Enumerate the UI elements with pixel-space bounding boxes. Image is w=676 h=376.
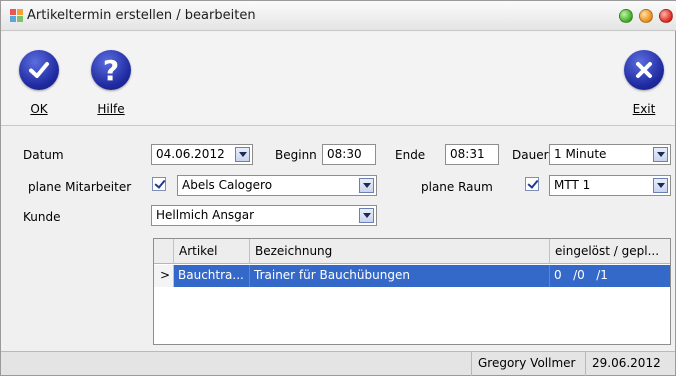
minimize-button[interactable]	[639, 9, 653, 23]
maximize-button[interactable]	[619, 9, 633, 23]
column-header-artikel[interactable]: Artikel	[174, 239, 250, 264]
article-grid[interactable]: Artikel Bezeichnung eingelöst / gepl... …	[153, 238, 671, 345]
dauer-value: 1 Minute	[554, 147, 607, 161]
table-row[interactable]: > Bauchtra... Trainer für Bauchübungen 0…	[154, 265, 670, 287]
help-button[interactable]: ? Hilfe	[86, 50, 136, 122]
datum-label: Datum	[23, 148, 64, 162]
grid-header: Artikel Bezeichnung eingelöst / gepl...	[154, 239, 670, 264]
dropdown-arrow-icon[interactable]	[653, 178, 668, 193]
mitarbeiter-label: plane Mitarbeiter	[28, 180, 132, 194]
column-header-eingeloest[interactable]: eingelöst / gepl...	[550, 239, 670, 264]
grid-corner	[154, 239, 174, 264]
kunde-label: Kunde	[23, 210, 61, 224]
status-user: Gregory Vollmer	[471, 352, 583, 376]
dauer-select[interactable]: 1 Minute	[549, 144, 671, 165]
kunde-value: Hellmich Ansgar	[156, 208, 255, 222]
datum-field[interactable]: 04.06.2012	[151, 144, 253, 165]
dialog-window: Artikeltermin erstellen / bearbeiten OK …	[0, 0, 676, 376]
app-icon	[10, 9, 23, 22]
cell-eingeloest[interactable]: 0 /0 /1	[550, 265, 670, 287]
mitarbeiter-checkbox[interactable]	[152, 177, 166, 191]
dropdown-arrow-icon[interactable]	[235, 147, 250, 162]
raum-label: plane Raum	[421, 180, 493, 194]
close-icon	[624, 50, 664, 90]
ok-button[interactable]: OK	[14, 50, 64, 122]
cell-artikel[interactable]: Bauchtra...	[174, 265, 250, 287]
datum-value: 04.06.2012	[156, 147, 225, 161]
dropdown-arrow-icon[interactable]	[653, 147, 668, 162]
question-icon: ?	[91, 50, 131, 90]
ende-label: Ende	[395, 148, 426, 162]
mitarbeiter-value: Abels Calogero	[182, 178, 273, 192]
cell-bezeichnung[interactable]: Trainer für Bauchübungen	[250, 265, 550, 287]
column-header-bezeichnung[interactable]: Bezeichnung	[250, 239, 550, 264]
close-window-button[interactable]	[659, 9, 673, 23]
exit-label: Exit	[632, 102, 656, 116]
raum-select[interactable]: MTT 1	[549, 175, 671, 196]
help-label: Hilfe	[97, 102, 125, 116]
exit-button[interactable]: Exit	[619, 50, 669, 122]
checkmark-icon	[19, 50, 59, 90]
beginn-value: 08:30	[327, 147, 362, 161]
raum-checkbox[interactable]	[525, 177, 539, 191]
window-title: Artikeltermin erstellen / bearbeiten	[27, 8, 256, 23]
row-indicator: >	[154, 265, 174, 287]
dropdown-arrow-icon[interactable]	[359, 208, 374, 223]
ende-value: 08:31	[450, 147, 485, 161]
kunde-select[interactable]: Hellmich Ansgar	[151, 205, 377, 226]
mitarbeiter-select[interactable]: Abels Calogero	[177, 175, 377, 196]
title-bar: Artikeltermin erstellen / bearbeiten	[1, 1, 676, 31]
status-bar: Gregory Vollmer 29.06.2012	[1, 351, 675, 376]
status-date: 29.06.2012	[585, 352, 675, 376]
ende-field[interactable]: 08:31	[445, 144, 499, 165]
ok-label: OK	[30, 102, 48, 116]
beginn-field[interactable]: 08:30	[322, 144, 376, 165]
dropdown-arrow-icon[interactable]	[359, 178, 374, 193]
raum-value: MTT 1	[554, 178, 591, 192]
dauer-label: Dauer	[512, 148, 549, 162]
beginn-label: Beginn	[275, 148, 317, 162]
toolbar: OK ? Hilfe Exit	[1, 32, 675, 126]
